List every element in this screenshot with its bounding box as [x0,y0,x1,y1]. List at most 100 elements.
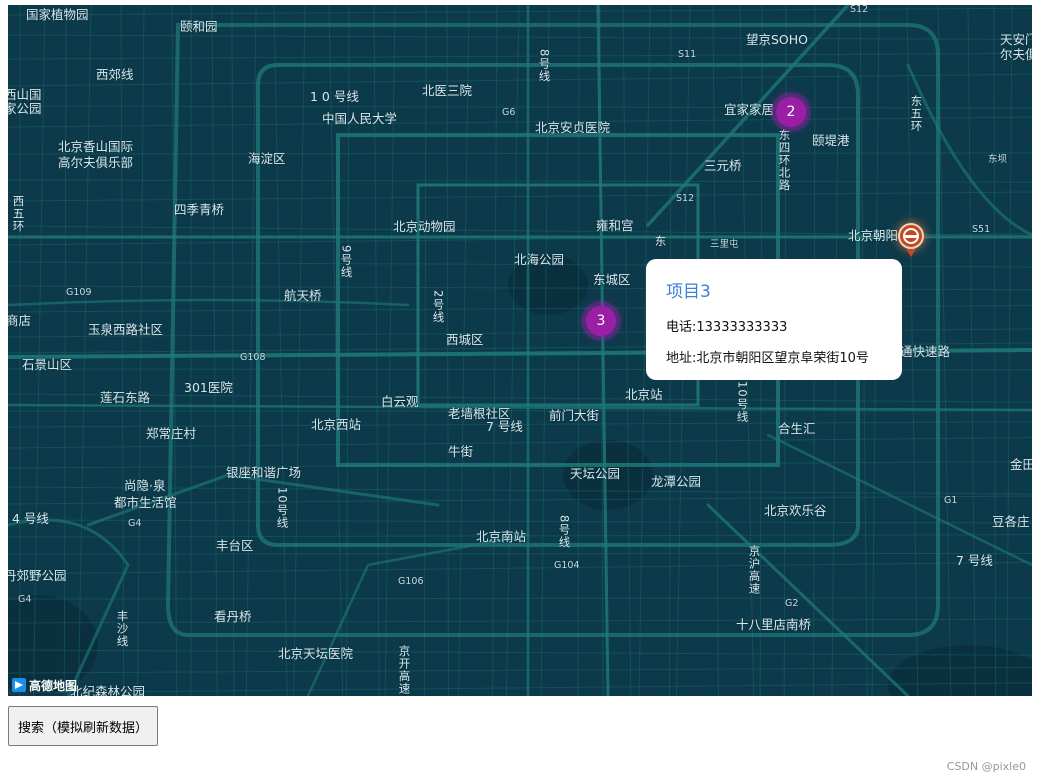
location-marker-icon[interactable] [898,223,924,249]
map-place-label: 四季青桥 [174,202,225,217]
map-place-label: 莲石东路 [100,390,151,405]
info-phone: 电话:13333333333 [666,320,788,335]
map-road-label: 东四环北路 [777,129,792,192]
map-road-code-label: G106 [398,576,424,587]
map-road-label: 京沪高速 [747,545,762,595]
map-place-label: 尔夫俱 [1000,47,1032,62]
map-place-label: 通快速路 [900,344,951,359]
road [8,116,1032,128]
map-place-label: 4 号线 [12,511,49,526]
map-place-label: 北海公园 [514,252,565,267]
map-road-code-label: G104 [554,560,580,571]
amap-logo-icon [12,678,26,692]
map-place-label: 牛街 [448,444,474,459]
road [120,5,125,696]
map-place-label: 天坛公园 [570,466,621,481]
road [8,179,1032,183]
road [8,682,1032,694]
map-place-label: 中国人民大学 [322,111,398,126]
map-place-label: 雍和宫 [596,218,634,233]
road [8,191,1032,202]
road [8,649,1032,656]
map-road-label: 9号线 [339,245,354,279]
road [8,152,1032,155]
road [373,5,380,696]
map-place-label: 天安门 [1000,32,1032,47]
road [540,5,550,696]
info-address: 地址:北京市朝阳区望京阜荣街10号 [666,351,869,366]
map-place-label: 西郊线 [96,67,134,82]
map-place-label: 海淀区 [248,151,286,166]
map-road-label: 10号线 [275,487,290,529]
map-road-label: 西五环 [11,195,26,233]
map-place-label: 望京SOHO [746,32,809,47]
amap-logo: 高德地图 [12,676,77,694]
map-place-label: 合生汇 [778,421,816,436]
cluster-marker[interactable]: 2 [776,97,806,127]
map-road-code-label: G2 [785,598,799,609]
map-place-label: 北京欢乐谷 [764,503,827,518]
road [346,5,350,696]
road [8,519,1032,524]
map-area [888,645,1032,696]
road [577,5,580,696]
map-road-label: 东五环 [909,95,924,133]
map-road-code-label: G4 [128,518,142,529]
map-place-label: 龙潭公园 [651,474,702,489]
map-place-label: 金田 [1010,457,1032,472]
map-place-label: 北京动物园 [393,219,456,234]
map-place-label: 北京站 [625,387,663,402]
marker-bar [904,235,918,238]
road [137,5,145,696]
road [384,5,396,696]
map-road-label: 丰沙线 [115,610,130,648]
map-road-code-label: G4 [18,594,32,605]
map-place-label: 玉泉西路社区 [88,322,164,337]
road [328,5,344,696]
map-road-label: 10号线 [735,381,750,423]
map-place-label: 北医三院 [422,83,473,98]
map-place-label: 7 号线 [956,553,993,568]
map-place-label: 北京安贞医院 [535,120,611,135]
cluster-marker[interactable]: 3 [586,306,616,336]
map-place-label: 十八里店南桥 [736,617,812,632]
map-place-label: 高尔夫俱乐部 [58,155,134,170]
road [8,618,1032,624]
map-place-label: 商店 [8,313,32,328]
map-place-label: 白云观 [381,394,419,409]
map-place-label: 1 0 号线 [310,89,359,104]
page: 国家植物园 颐和园 西郊线 西山国 家公园 1 0 号线 北医三院 中国人民大学 北京安贞医院 宜… [0,0,1040,781]
map-place-label: 西山国 [8,87,42,102]
map-place-label: 国家植物园 [26,7,89,22]
map-road-label: 2号线 [431,290,446,324]
map-road-code-label: 东坝 [988,154,1008,165]
map-place-label: 301医院 [184,380,233,395]
map-place-label: 豆各庄 [992,514,1030,529]
road [446,5,449,696]
watermark: CSDN @pixle0 [946,760,1026,773]
map-place-label: 郑常庄村 [146,426,197,441]
road [77,5,92,696]
map-place-label: 北纪森林公园 [70,684,146,696]
map-road-code-label: G108 [240,352,266,363]
road [492,5,498,696]
map-place-label: 颐和园 [180,19,218,34]
road [8,7,1032,16]
map-road-code-label: S11 [678,49,697,60]
road [622,5,632,696]
map-road-label: 8号线 [557,515,572,549]
road [8,552,1032,555]
map-place-label: 东城区 [593,272,631,287]
road [63,5,67,696]
map-place-label: 北京朝阳 [848,228,899,243]
map-view[interactable]: 国家植物园 颐和园 西郊线 西山国 家公园 1 0 号线 北医三院 中国人民大学 北京安贞医院 宜… [8,5,1032,696]
map-road-code-label: G6 [502,107,516,118]
map-place-label: 三元桥 [704,158,742,173]
search-button[interactable]: 搜索（模拟刷新数据） [8,706,158,746]
map-road-code-label: G1 [944,495,958,506]
road [8,561,1032,575]
map-road-code-label: G109 [66,287,92,298]
info-window[interactable]: 项目3 电话:13333333333 地址:北京市朝阳区望京阜荣街10号 [646,259,902,380]
road [423,5,427,696]
map-road-label: 8号线 [537,49,552,83]
